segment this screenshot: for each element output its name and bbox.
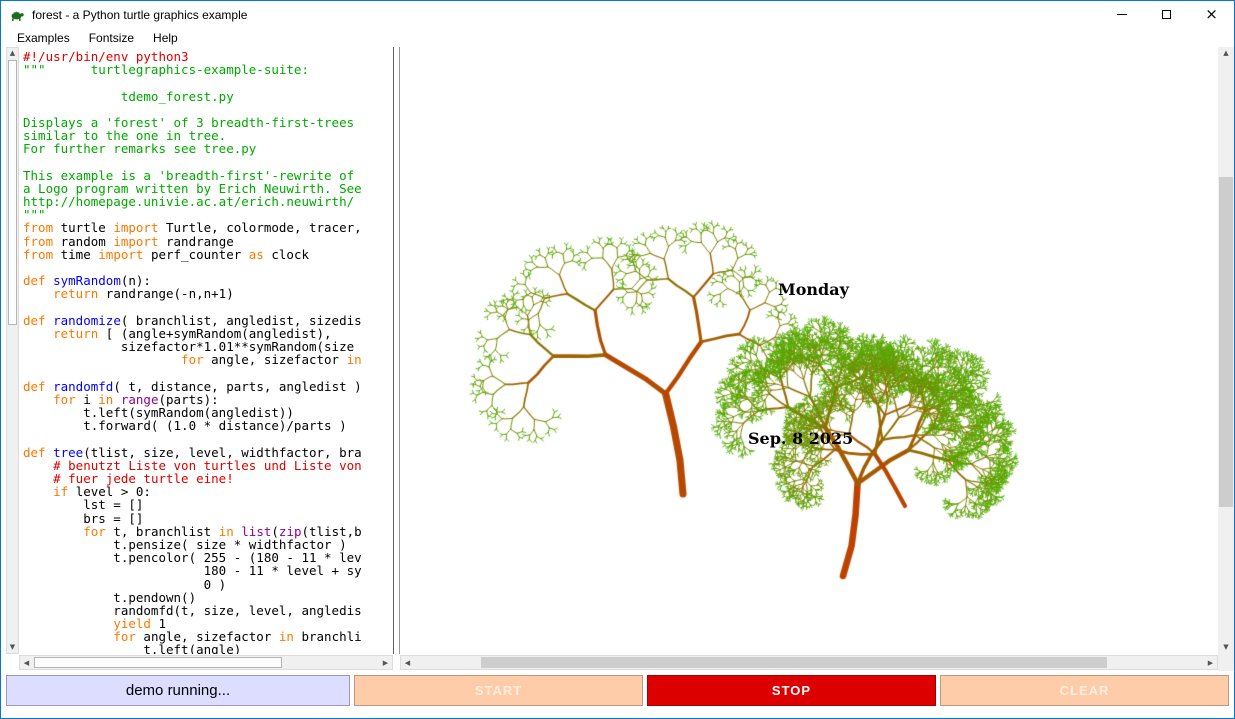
code-line: For further remarks see tree.py: [23, 142, 393, 155]
minimize-button[interactable]: [1099, 1, 1144, 28]
hscroll-row: ◀ ▶ ◀ ▶: [1, 654, 1234, 671]
maximize-icon: [1162, 10, 1171, 19]
code-line: """ turtlegraphics-example-suite:: [23, 63, 393, 76]
scroll-left-icon[interactable]: ◀: [401, 656, 414, 669]
menu-item-help[interactable]: Help: [146, 30, 185, 46]
status-label: demo running...: [6, 675, 350, 706]
menu-item-fontsize[interactable]: Fontsize: [82, 30, 141, 46]
code-text[interactable]: #!/usr/bin/env python3""" turtlegraphics…: [19, 47, 393, 654]
code-line: t.forward( (1.0 * distance)/parts ): [23, 419, 393, 432]
code-horizontal-scrollbar[interactable]: ◀ ▶: [19, 655, 393, 670]
canvas-horizontal-scrollbar[interactable]: ◀ ▶: [400, 655, 1218, 670]
scroll-up-icon[interactable]: ▲: [1218, 47, 1234, 60]
minimize-icon: [1117, 14, 1127, 15]
menu-bar: Examples Fontsize Help: [1, 28, 1234, 47]
canvas-text: Sep. 8 2025: [748, 429, 853, 448]
code-line: http://homepage.univie.ac.at/erich.neuwi…: [23, 195, 393, 208]
stop-button[interactable]: STOP: [647, 675, 936, 706]
turtle-app-icon: [9, 7, 25, 23]
hscroll-gap: [393, 654, 400, 671]
button-row: demo running... STARTSTOPCLEAR: [1, 671, 1234, 718]
title-bar: forest - a Python turtle graphics exampl…: [1, 1, 1234, 28]
clear-button[interactable]: CLEAR: [940, 675, 1229, 706]
app-window: forest - a Python turtle graphics exampl…: [0, 0, 1235, 719]
code-pane: ▲ ▼ #!/usr/bin/env python3""" turtlegrap…: [1, 47, 393, 654]
canvas-vscroll-thumb[interactable]: [1219, 177, 1233, 507]
canvas-hscroll-thumb[interactable]: [481, 657, 1107, 668]
code-line: t.left(angle): [23, 643, 393, 654]
scroll-up-icon[interactable]: ▲: [7, 48, 18, 59]
scroll-corner: [1218, 654, 1234, 671]
code-vscroll-thumb[interactable]: [8, 60, 17, 325]
close-icon: ×: [1205, 7, 1218, 22]
canvas-wrap: Monday Sep. 8 2025: [400, 47, 1218, 654]
code-line: tdemo_forest.py: [23, 90, 393, 103]
canvas-text: Monday: [778, 280, 849, 299]
start-button[interactable]: START: [354, 675, 643, 706]
scroll-down-icon[interactable]: ▼: [1218, 641, 1234, 654]
menu-item-examples[interactable]: Examples: [10, 30, 77, 46]
code-line: for angle, sizefactor in: [23, 353, 393, 366]
scroll-down-icon[interactable]: ▼: [7, 642, 18, 653]
pane-divider: [393, 47, 400, 654]
code-vertical-scrollbar[interactable]: ▲ ▼: [6, 47, 19, 654]
scroll-left-icon[interactable]: ◀: [20, 656, 33, 669]
canvas-pane: Monday Sep. 8 2025 ▲ ▼: [400, 47, 1234, 654]
window-title: forest - a Python turtle graphics exampl…: [32, 8, 247, 22]
window-controls: ×: [1099, 1, 1234, 28]
code-hscroll-thumb[interactable]: [34, 657, 282, 668]
code-line: return randrange(-n,n+1): [23, 287, 393, 300]
maximize-button[interactable]: [1144, 1, 1189, 28]
canvas-vertical-scrollbar[interactable]: ▲ ▼: [1218, 47, 1234, 654]
scroll-right-icon[interactable]: ▶: [1204, 656, 1217, 669]
code-line: from time import perf_counter as clock: [23, 248, 393, 261]
turtle-canvas: [400, 47, 1218, 654]
main-area: ▲ ▼ #!/usr/bin/env python3""" turtlegrap…: [1, 47, 1234, 654]
close-button[interactable]: ×: [1189, 1, 1234, 28]
scroll-right-icon[interactable]: ▶: [379, 656, 392, 669]
